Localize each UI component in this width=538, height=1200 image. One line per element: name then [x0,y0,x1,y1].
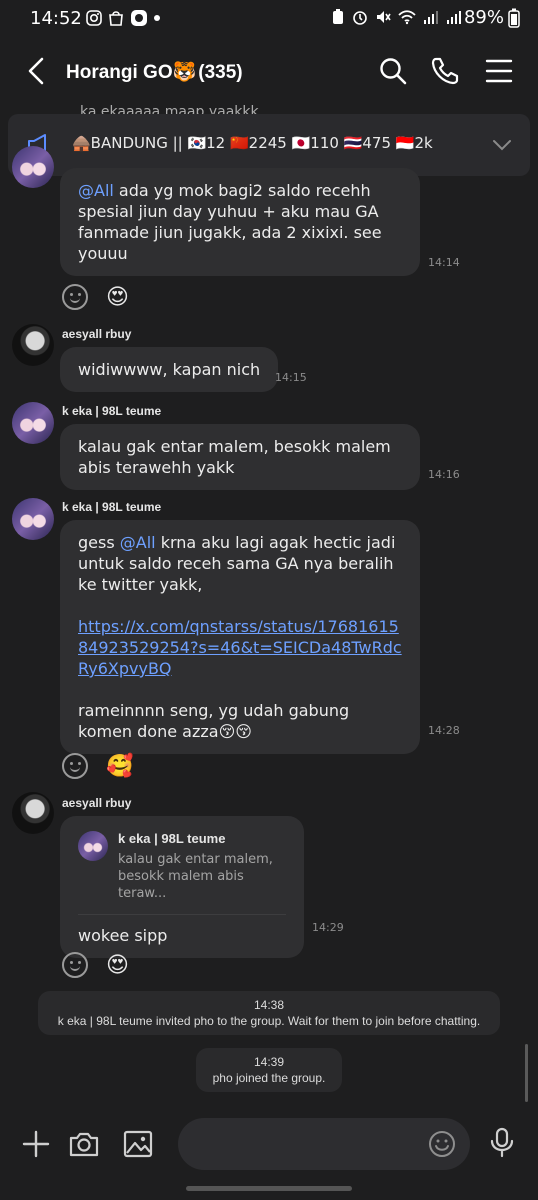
message-text: widiwwww, kapan nich [78,360,261,379]
battery-status: 89% [464,7,520,28]
chevron-down-icon[interactable] [492,138,512,152]
announcement-banner[interactable]: 🛖BANDUNG || 🇰🇷12 🇨🇳2245 🇯🇵110 🇹🇭475 🇮🇩2k [8,114,530,176]
notification-icons [86,9,160,27]
chat-title[interactable]: Horangi GO🐯 (335) [66,60,243,84]
system-message: 14:39 pho joined the group. [196,1048,342,1092]
system-icons [331,9,462,25]
composer-bar [0,1108,538,1180]
instagram-icon [86,10,102,26]
sender-name[interactable]: aesyall rbuy [62,796,131,810]
group-name: Horangi GO🐯 [66,62,197,83]
quoted-text: kalau gak entar malem, besokk malem abis… [118,852,273,901]
search-icon[interactable] [378,56,408,86]
reaction-emoji[interactable]: 😍 [106,953,129,978]
scrollbar[interactable] [525,1044,528,1102]
battery-percent: 89% [463,7,504,28]
mention-all[interactable]: @All [120,533,156,552]
sender-name[interactable]: k eka | 98L teume [62,500,161,514]
message-time: 14:16 [428,468,460,481]
more-notifications-icon [154,15,160,21]
message-bubble[interactable]: kalau gak entar malem, besokk malem abis… [60,424,420,490]
twitter-link[interactable]: https://x.com/qnstarss/status/1768161584… [78,616,402,679]
system-time: 14:38 [253,998,285,1012]
reply-message-bubble[interactable]: k eka | 98L teume kalau gak entar malem,… [60,816,304,958]
message-time: 14:15 [275,371,307,384]
sender-name[interactable]: k eka | 98L teume [62,404,161,418]
message-text: wokee sipp [78,926,168,945]
member-count: (335) [198,62,243,83]
message-list[interactable]: @All ada yg mok bagi2 saldo recehh spesi… [0,146,538,1106]
message-time: 14:14 [428,256,460,269]
quoted-avatar [78,831,108,861]
status-bar: 14:52 89% [0,0,538,38]
avatar[interactable] [12,792,54,834]
reaction-emoji[interactable]: 😍 [106,285,129,310]
avatar[interactable] [12,324,54,366]
reaction-row: 🥰 [62,753,133,779]
battery-icon [508,8,520,28]
avatar[interactable] [12,402,54,444]
message-time: 14:28 [428,724,460,737]
reaction-emoji[interactable]: 🥰 [106,754,133,779]
avatar[interactable] [12,146,54,188]
home-indicator[interactable] [186,1186,352,1191]
add-reaction-smiley-icon[interactable] [62,753,88,779]
smiley-icon[interactable] [428,1130,456,1158]
camera-icon[interactable] [68,1128,100,1160]
microphone-icon[interactable] [486,1126,518,1158]
message-bubble[interactable]: @All ada yg mok bagi2 saldo recehh spesi… [60,168,420,276]
mute-icon [377,11,391,23]
back-chevron-left-icon[interactable] [24,56,50,86]
hamburger-menu-icon[interactable] [484,56,514,86]
app-icon [131,10,147,26]
shopee-icon [109,11,123,26]
reaction-row: 😍 [62,952,129,978]
alarm-icon [353,11,367,25]
message-time: 14:29 [312,921,344,934]
message-text-start: gess [78,533,120,552]
avatar[interactable] [12,498,54,540]
add-reaction-smiley-icon[interactable] [62,284,88,310]
message-bubble[interactable]: widiwwww, kapan nich [60,347,279,392]
system-text: k eka | 98L teume invited pho to the gro… [57,1014,481,1028]
system-time: 14:39 [253,1055,285,1069]
message-text: ada yg mok bagi2 saldo recehh spesial ji… [78,181,382,263]
signal-icon [424,11,438,24]
quoted-sender: k eka | 98L teume [118,831,226,846]
battery-saver-icon [333,9,343,24]
plus-icon[interactable] [20,1128,52,1160]
message-input[interactable] [178,1118,470,1170]
wifi-icon [398,10,416,25]
message-bubble[interactable]: gess @All krna aku lagi agak hectic jadi… [60,520,420,754]
phone-icon[interactable] [430,56,460,86]
announcement-text: 🛖BANDUNG || 🇰🇷12 🇨🇳2245 🇯🇵110 🇹🇭475 🇮🇩2k [72,134,433,152]
reply-quote[interactable]: k eka | 98L teume kalau gak entar malem,… [78,828,286,915]
reaction-row: 😍 [62,284,129,310]
signal-icon-2 [447,11,461,24]
message-text: kalau gak entar malem, besokk malem abis… [78,437,391,477]
mention-all[interactable]: @All [78,181,114,200]
system-text: pho joined the group. [212,1071,326,1085]
system-message: 14:38 k eka | 98L teume invited pho to t… [38,991,500,1035]
message-text-end: rameinnnn seng, yg udah gabung komen don… [78,701,350,741]
chat-header: Horangi GO🐯 (335) [0,40,538,104]
image-icon[interactable] [122,1128,154,1160]
add-reaction-smiley-icon[interactable] [62,952,88,978]
status-time: 14:52 [30,8,82,29]
sender-name[interactable]: aesyall rbuy [62,327,131,341]
